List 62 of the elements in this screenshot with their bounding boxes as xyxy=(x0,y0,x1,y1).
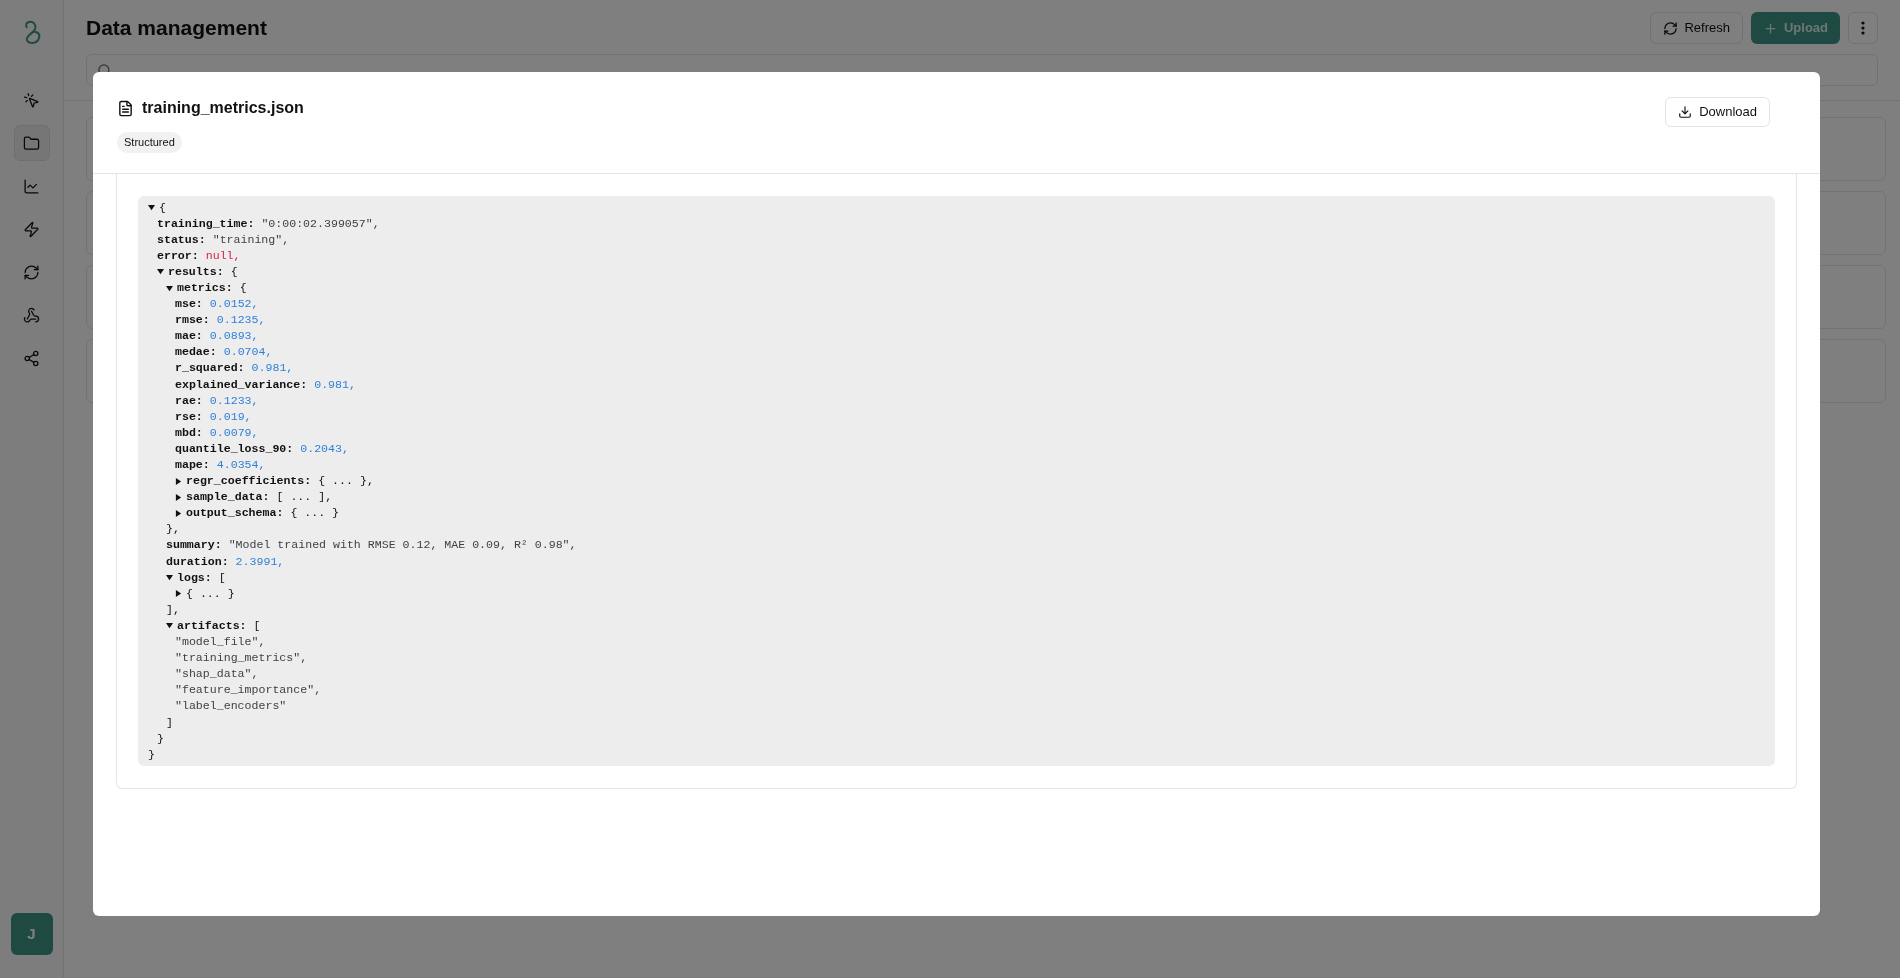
json-line[interactable]: artifacts: [ xyxy=(177,617,261,635)
pointer-icon xyxy=(23,91,40,109)
json-line: rmse: 0.1235, xyxy=(175,312,266,329)
json-line: training_time: "0:00:02.399057", xyxy=(157,215,380,232)
refresh-icon xyxy=(1663,20,1679,36)
refresh-button[interactable]: Refresh xyxy=(1650,12,1743,44)
json-line: mape: 4.0354, xyxy=(175,457,266,473)
refresh-icon xyxy=(23,263,40,281)
json-line: mae: 0.0893, xyxy=(175,328,259,345)
caret-icon[interactable] xyxy=(148,204,155,212)
file-icon xyxy=(117,99,134,117)
json-line: mse: 0.0152, xyxy=(175,296,259,313)
json-line[interactable]: results: { xyxy=(168,263,238,280)
json-line: "model_file", xyxy=(175,634,266,651)
json-line: ], xyxy=(166,601,180,618)
caret-icon[interactable] xyxy=(175,477,182,485)
caret-icon[interactable] xyxy=(175,590,182,598)
json-line[interactable]: sample_data: [ ... ], xyxy=(186,489,333,506)
json-line: rae: 0.1233, xyxy=(175,392,259,409)
json-line[interactable]: output_schema: { ... } xyxy=(186,505,340,522)
caret-icon[interactable] xyxy=(175,509,182,517)
json-line: } xyxy=(157,730,164,747)
caret-icon[interactable] xyxy=(175,493,182,501)
badge: Structured xyxy=(117,132,182,153)
json-line: error: null, xyxy=(157,247,241,264)
caret-icon[interactable] xyxy=(166,622,173,630)
json-line: }, xyxy=(166,521,180,538)
json-line: medae: 0.0704, xyxy=(175,344,273,361)
json-line: mbd: 0.0079, xyxy=(175,424,259,441)
json-line: "training_metrics", xyxy=(175,650,308,667)
page-title: Data management xyxy=(86,15,267,42)
json-line[interactable]: logs: [ xyxy=(177,569,226,586)
sidebar-item[interactable] xyxy=(13,125,50,161)
plus-icon xyxy=(1762,20,1778,36)
download-icon xyxy=(1678,105,1693,119)
json-line[interactable]: metrics: { xyxy=(177,279,247,297)
more-icon xyxy=(1861,21,1865,35)
caret-icon[interactable] xyxy=(166,574,173,582)
json-line[interactable]: regr_coefficients: { ... }, xyxy=(186,473,374,490)
folder-icon xyxy=(23,134,40,152)
json-line: "label_encoders" xyxy=(175,698,287,715)
json-line: r_squared: 0.981, xyxy=(175,360,294,377)
caret-icon[interactable] xyxy=(157,268,164,276)
lightning-icon xyxy=(23,220,40,238)
download-button[interactable]: Download xyxy=(1665,97,1770,127)
dialog-title: training_metrics.json xyxy=(142,98,304,118)
json-line: "feature_importance", xyxy=(175,682,322,699)
line-chart-icon xyxy=(23,177,40,195)
json-line: duration: 2.3991, xyxy=(166,553,285,570)
json-line: status: "training", xyxy=(157,231,290,248)
json-line[interactable]: { xyxy=(159,199,166,216)
json-line[interactable]: { ... } xyxy=(186,585,235,602)
json-line: } xyxy=(148,746,155,763)
json-line: explained_variance: 0.981, xyxy=(175,376,356,393)
json-line: ] xyxy=(166,714,173,731)
json-line: "shap_data", xyxy=(175,666,259,683)
caret-icon[interactable] xyxy=(166,284,173,292)
share-icon xyxy=(23,349,40,367)
json-line: summary: "Model trained with RMSE 0.12, MAE 0.09, R² 0.98", xyxy=(166,537,577,554)
json-line: rse: 0.019, xyxy=(175,408,252,425)
json-line: quantile_loss_90: 0.2043, xyxy=(175,440,349,457)
webhook-icon xyxy=(23,306,40,324)
